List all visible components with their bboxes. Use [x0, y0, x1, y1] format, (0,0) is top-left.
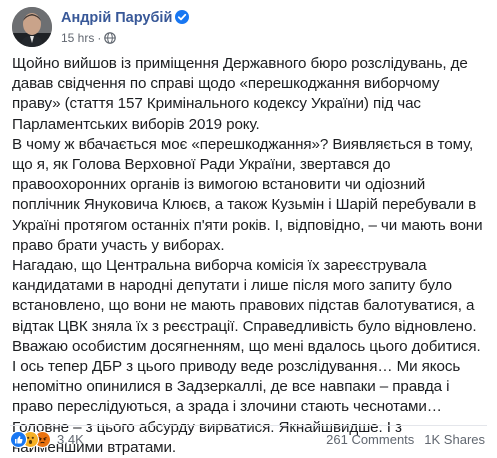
author-name-row: Андрій Парубій — [61, 10, 190, 28]
post-meta: 15 hrs · — [61, 31, 117, 47]
author-avatar[interactable] — [12, 7, 52, 47]
meta-separator: · — [97, 31, 102, 45]
comments-count-link[interactable]: 261 Comments — [326, 432, 414, 447]
post-footer: 3.4K 261 Comments 1K Shares — [10, 425, 487, 450]
author-name[interactable]: Андрій Парубій — [61, 10, 172, 26]
post-timestamp[interactable]: 15 hrs — [61, 31, 94, 45]
post-paragraph: В чому ж вбачається моє «перешкоджання»?… — [12, 135, 483, 254]
shares-count-link[interactable]: 1K Shares — [424, 432, 485, 447]
verified-badge-icon — [175, 10, 190, 28]
globe-icon[interactable] — [104, 32, 117, 47]
post-paragraph: Вважаю особистим досягненням, що мені вд… — [12, 337, 481, 355]
engagement-stats: 261 Comments 1K Shares — [326, 432, 485, 447]
post-text: Щойно вийшов із приміщення Державного бю… — [12, 54, 490, 458]
like-reaction-icon — [10, 431, 27, 448]
facebook-post: Андрій Парубій 15 hrs · Щойно вийшов із п… — [0, 0, 497, 456]
post-paragraph: Нагадаю, що Центральна виборча комісія ї… — [12, 257, 477, 335]
post-paragraph: Щойно вийшов із приміщення Державного бю… — [12, 55, 468, 133]
reaction-count[interactable]: 3.4K — [57, 432, 84, 447]
